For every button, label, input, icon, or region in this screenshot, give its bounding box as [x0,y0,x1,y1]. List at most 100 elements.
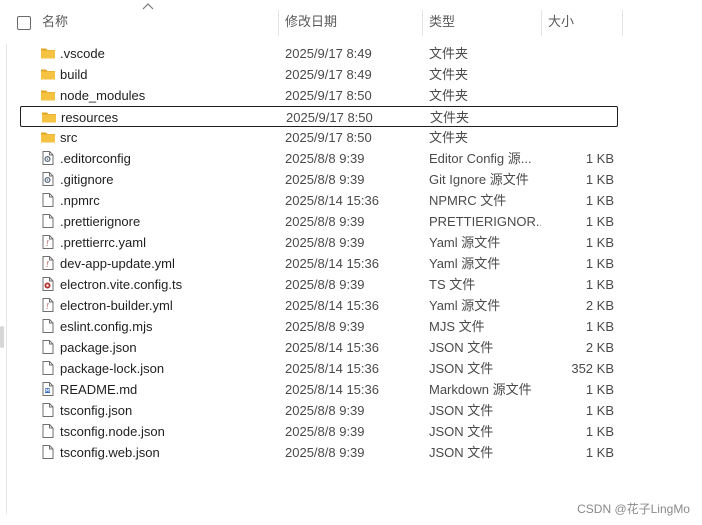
file-icon [40,192,56,208]
column-divider[interactable] [622,10,623,36]
file-icon [40,213,56,229]
file-type: Yaml 源文件 [429,256,501,271]
file-name: .gitignore [60,172,114,187]
file-row[interactable]: node_modules 2025/9/17 8:50 文件夹 [20,85,618,106]
column-header-size[interactable]: 大小 [542,0,622,44]
watermark: CSDN @花子LingMo [577,502,690,516]
column-header-type[interactable]: 类型 [423,0,541,44]
file-icon [40,318,56,334]
file-type: NPMRC 文件 [429,193,507,208]
file-name: build [60,67,88,82]
file-type: TS 文件 [429,277,476,292]
file-modified-date: 2025/9/17 8:50 [285,88,372,103]
file-size: 1 KB [585,319,614,334]
file-icon [40,423,56,439]
file-modified-date: 2025/8/8 9:39 [285,445,365,460]
file-size: 1 KB [585,151,614,166]
file-row[interactable]: tsconfig.json 2025/8/8 9:39 JSON 文件 1 KB [20,400,618,421]
file-modified-date: 2025/8/8 9:39 [285,172,365,187]
file-type: JSON 文件 [429,403,494,418]
yaml-file-icon: ! [40,297,56,313]
file-row[interactable]: eslint.config.mjs 2025/8/8 9:39 MJS 文件 1 KB [20,316,618,337]
file-row[interactable]: electron.vite.config.ts 2025/8/8 9:39 TS 文… [20,274,618,295]
file-name: electron-builder.yml [60,298,173,313]
column-header-date[interactable]: 修改日期 [279,0,422,44]
file-type: Yaml 源文件 [429,298,501,313]
file-row[interactable]: ! .prettierrc.yaml 2025/8/8 9:39 Yaml 源文件 1 … [20,232,618,253]
file-modified-date: 2025/8/14 15:36 [285,256,379,271]
file-row[interactable]: .vscode 2025/9/17 8:49 文件夹 [20,43,618,64]
file-row[interactable]: src 2025/9/17 8:50 文件夹 [20,127,618,148]
file-modified-date: 2025/9/17 8:49 [285,46,372,61]
file-size: 1 KB [585,277,614,292]
file-modified-date: 2025/8/8 9:39 [285,277,365,292]
file-size: 1 KB [585,172,614,187]
file-type: PRETTIERIGNOR... [429,214,541,229]
file-size: 2 KB [585,340,614,355]
file-size [548,64,614,85]
file-size: 1 KB [585,214,614,229]
file-type: JSON 文件 [429,424,494,439]
file-icon [40,444,56,460]
file-size: 1 KB [585,445,614,460]
file-icon [40,360,56,376]
file-size [548,127,614,148]
svg-text:!: ! [46,239,49,248]
file-row[interactable]: .prettierignore 2025/8/8 9:39 PRETTIERIGNO… [20,211,618,232]
file-row[interactable]: .npmrc 2025/8/14 15:36 NPMRC 文件 1 KB [20,190,618,211]
file-row[interactable]: tsconfig.web.json 2025/8/8 9:39 JSON 文件 1 K… [20,442,618,463]
file-type: JSON 文件 [429,340,494,355]
file-size: 1 KB [585,235,614,250]
file-name: README.md [60,382,138,397]
file-modified-date: 2025/9/17 8:50 [286,110,373,125]
file-row[interactable]: build 2025/9/17 8:49 文件夹 [20,64,618,85]
file-modified-date: 2025/8/8 9:39 [285,214,365,229]
folder-icon [40,66,56,82]
folder-icon [41,109,57,125]
file-type: MJS 文件 [429,319,485,334]
file-modified-date: 2025/8/14 15:36 [285,382,379,397]
file-type: 文件夹 [429,130,469,145]
file-row[interactable]: tsconfig.node.json 2025/8/8 9:39 JSON 文件 1 … [20,421,618,442]
ts-file-icon [40,276,56,292]
file-row[interactable]: package.json 2025/8/14 15:36 JSON 文件 2 KB [20,337,618,358]
file-size: 1 KB [585,256,614,271]
folder-icon [40,129,56,145]
file-modified-date: 2025/9/17 8:49 [285,67,372,82]
file-icon [40,402,56,418]
file-name: resources [61,110,119,125]
file-row[interactable]: README.md 2025/8/14 15:36 Markdown 源文件 1 KB [20,379,618,400]
file-name: .prettierignore [60,214,141,229]
file-type: 文件夹 [429,46,469,61]
file-modified-date: 2025/8/8 9:39 [285,319,365,334]
file-name: package-lock.json [60,361,165,376]
file-size [548,85,614,106]
file-name: package.json [60,340,137,355]
file-size: 1 KB [585,424,614,439]
yaml-file-icon: ! [40,234,56,250]
file-row[interactable]: ! dev-app-update.yml 2025/8/14 15:36 Yaml 源… [20,253,618,274]
file-row[interactable]: ! electron-builder.yml 2025/8/14 15:36 Yaml… [20,295,618,316]
file-name: dev-app-update.yml [60,256,175,271]
column-header-name[interactable]: 名称 [36,0,278,44]
file-size [549,107,615,128]
file-size: 352 KB [571,361,614,376]
file-type: 文件夹 [429,88,469,103]
file-modified-date: 2025/8/8 9:39 [285,151,365,166]
file-icon [40,339,56,355]
svg-text:!: ! [46,260,49,269]
file-row[interactable]: package-lock.json 2025/8/14 15:36 JSON 文件 3… [20,358,618,379]
file-row[interactable]: resources 2025/9/17 8:50 文件夹 [20,106,618,127]
column-header-bar: 名称 修改日期 类型 大小 [0,0,702,44]
pane-resize-handle[interactable] [0,326,4,348]
file-name: tsconfig.json [60,403,133,418]
file-name: eslint.config.mjs [60,319,153,334]
file-row[interactable]: .editorconfig 2025/8/8 9:39 Editor Config … [20,148,618,169]
file-modified-date: 2025/9/17 8:50 [285,130,372,145]
file-size: 2 KB [585,298,614,313]
select-all-checkbox[interactable] [17,16,31,30]
file-size: 1 KB [585,403,614,418]
file-row[interactable]: .gitignore 2025/8/8 9:39 Git Ignore 源文件 1 K… [20,169,618,190]
file-name: tsconfig.node.json [60,424,165,439]
pane-divider [6,44,7,514]
